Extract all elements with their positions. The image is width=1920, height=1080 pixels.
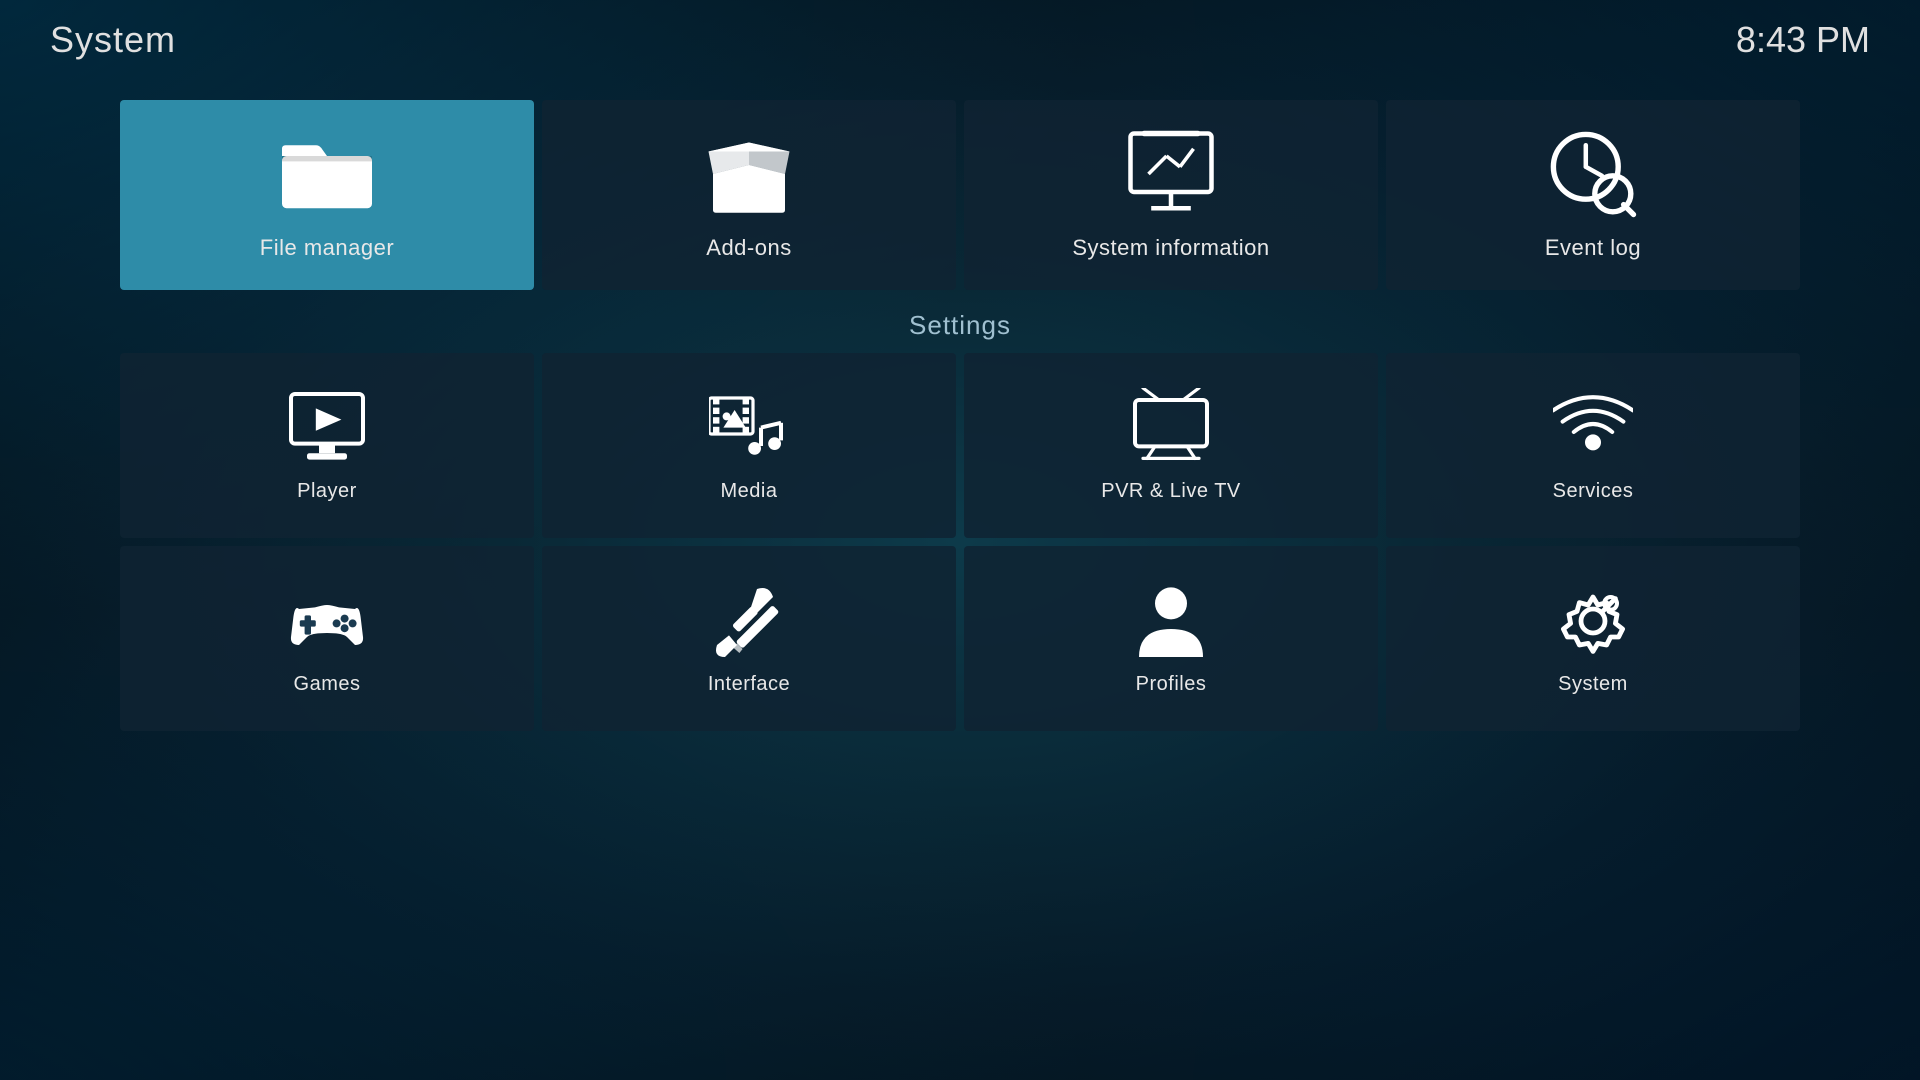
tile-player-label: Player [297, 480, 357, 503]
main-content: File manager [120, 100, 1800, 1020]
settings-row-1: Player [120, 353, 1800, 538]
tile-media-label: Media [721, 480, 778, 503]
tile-pvr-live-tv[interactable]: PVR & Live TV [964, 353, 1378, 538]
clock: 8:43 PM [1736, 19, 1870, 61]
tile-system-label: System [1558, 673, 1628, 696]
tile-system[interactable]: System [1386, 546, 1800, 731]
tile-add-ons-label: Add-ons [706, 235, 791, 261]
profiles-icon [1131, 581, 1211, 661]
tile-interface[interactable]: Interface [542, 546, 956, 731]
tile-games-label: Games [294, 673, 361, 696]
settings-title: Settings [120, 310, 1800, 341]
services-icon [1553, 388, 1633, 468]
media-icon [709, 388, 789, 468]
player-icon [287, 388, 367, 468]
tile-file-manager-label: File manager [260, 235, 394, 261]
tile-event-log-label: Event log [1545, 235, 1641, 261]
folder-icon [282, 129, 372, 219]
interface-icon [709, 581, 789, 661]
page-title: System [50, 19, 176, 61]
tile-media[interactable]: Media [542, 353, 956, 538]
tile-file-manager[interactable]: File manager [120, 100, 534, 290]
box-icon [704, 129, 794, 219]
settings-row-2: Games Interface [120, 546, 1800, 731]
tile-interface-label: Interface [708, 673, 790, 696]
tile-player[interactable]: Player [120, 353, 534, 538]
top-row: File manager [120, 100, 1800, 290]
presentation-icon [1126, 129, 1216, 219]
tile-pvr-live-tv-label: PVR & Live TV [1101, 480, 1241, 503]
tile-services-label: Services [1553, 480, 1634, 503]
tile-system-information[interactable]: System information [964, 100, 1378, 290]
settings-section: Settings Player [120, 310, 1800, 731]
clock-search-icon [1548, 129, 1638, 219]
games-icon [287, 581, 367, 661]
tile-profiles-label: Profiles [1136, 673, 1207, 696]
tile-games[interactable]: Games [120, 546, 534, 731]
tile-system-information-label: System information [1072, 235, 1269, 261]
tile-profiles[interactable]: Profiles [964, 546, 1378, 731]
tile-services[interactable]: Services [1386, 353, 1800, 538]
header: System 8:43 PM [0, 0, 1920, 80]
tile-add-ons[interactable]: Add-ons [542, 100, 956, 290]
tile-event-log[interactable]: Event log [1386, 100, 1800, 290]
system-icon [1553, 581, 1633, 661]
tv-icon [1131, 388, 1211, 468]
